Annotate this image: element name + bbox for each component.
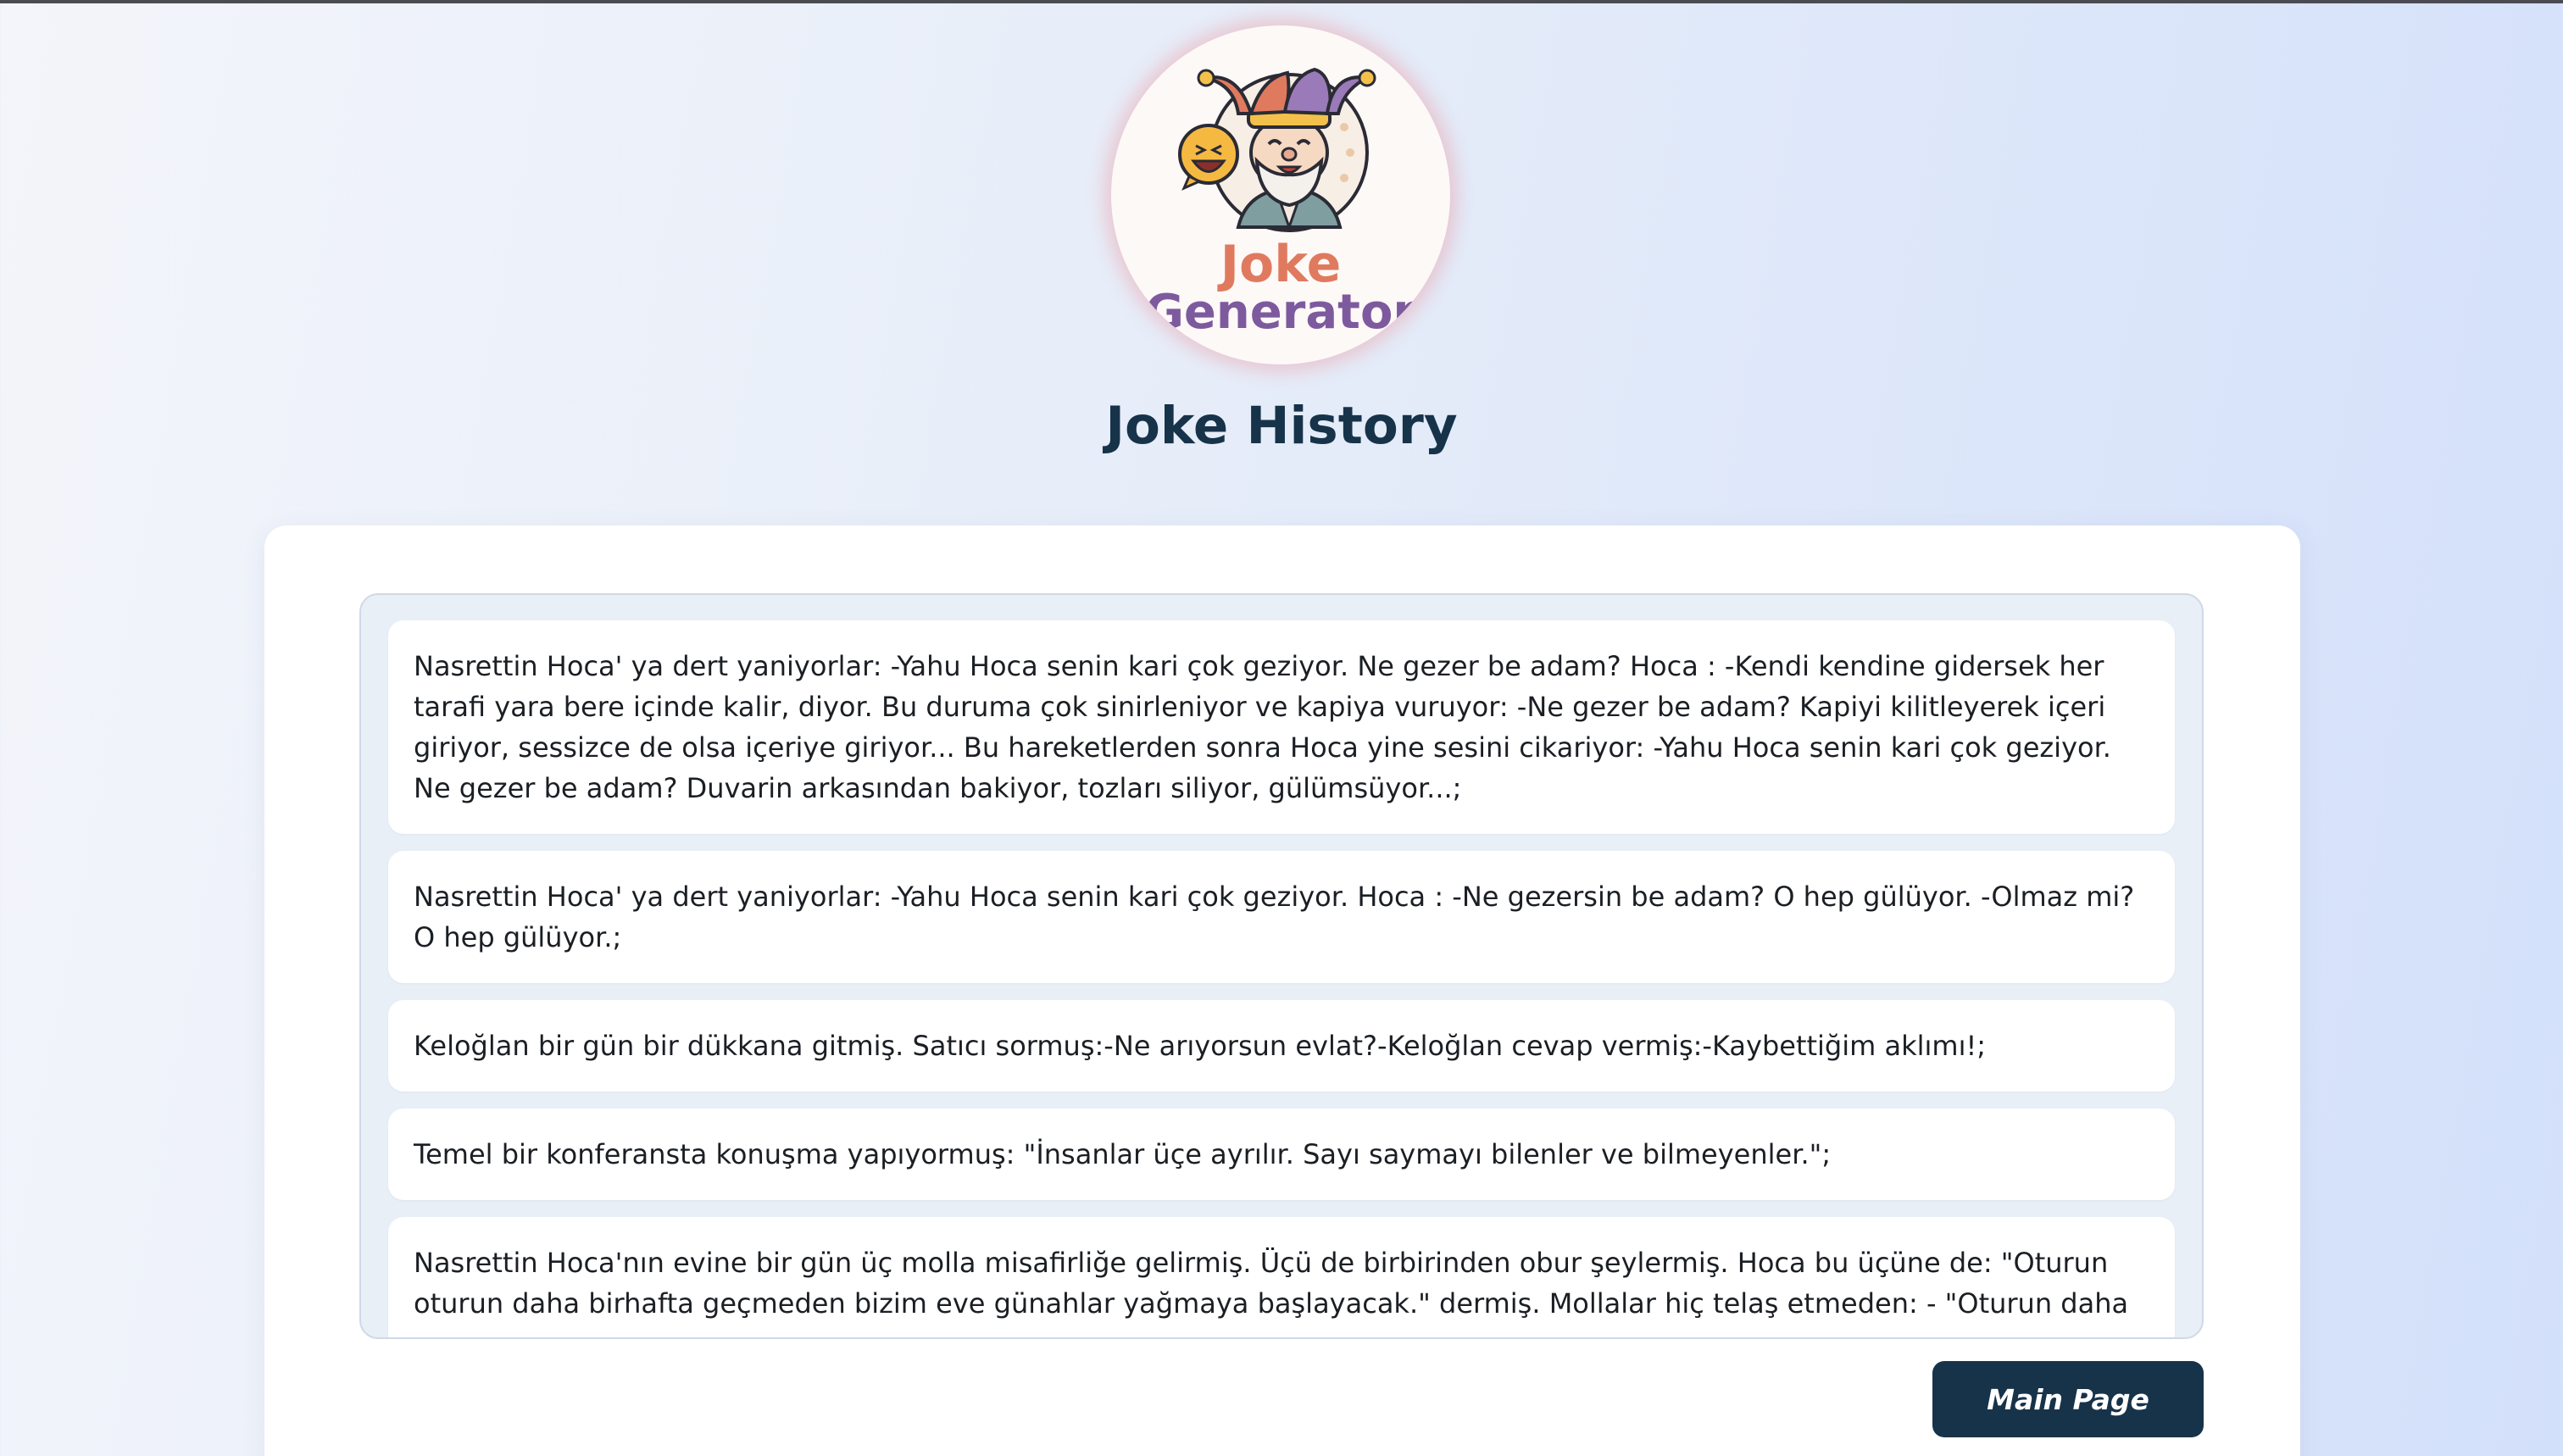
svg-text:Generator: Generator: [1145, 285, 1416, 340]
joke-item: Temel bir konferansta konuşma yapıyormuş…: [388, 1109, 2175, 1200]
joke-item: Nasrettin Hoca' ya dert yaniyorlar: -Yah…: [388, 620, 2175, 834]
jester-hoca-icon: Joke Generator: [1145, 67, 1416, 340]
joke-item: Keloğlan bir gün bir dükkana gitmiş. Sat…: [388, 1000, 2175, 1092]
history-card: Nasrettin Hoca' ya dert yaniyorlar: -Yah…: [264, 525, 2300, 1456]
joke-generator-logo: Joke Generator: [1111, 25, 1450, 364]
top-border: [0, 0, 2563, 3]
page-title: Joke History: [1105, 396, 1458, 456]
joke-item: Nasrettin Hoca'nın evine bir gün üç moll…: [388, 1217, 2175, 1337]
main-page-button[interactable]: Main Page: [1932, 1361, 2204, 1437]
joke-item: Nasrettin Hoca' ya dert yaniyorlar: -Yah…: [388, 851, 2175, 983]
joke-history-list[interactable]: Nasrettin Hoca' ya dert yaniyorlar: -Yah…: [359, 593, 2204, 1339]
